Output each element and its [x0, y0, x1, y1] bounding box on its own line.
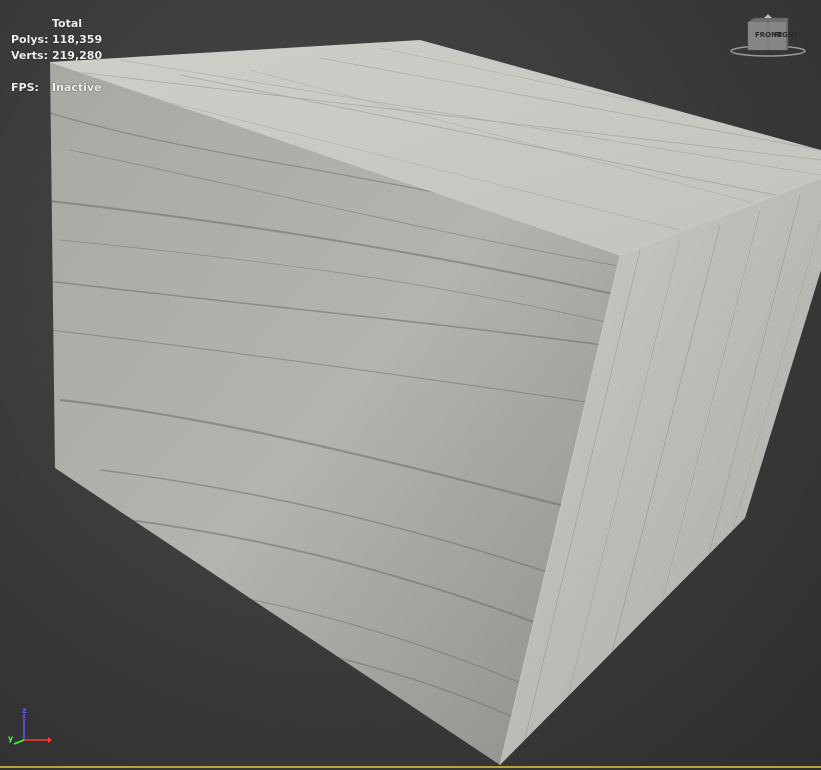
- axis-y-label: y: [8, 734, 14, 743]
- polys-value: 118,359: [52, 33, 103, 46]
- axis-z-label: z: [22, 706, 27, 715]
- polys-label: Polys:: [11, 33, 49, 46]
- verts-label: Verts:: [11, 49, 49, 62]
- marble-cube-object[interactable]: [0, 0, 821, 770]
- viewport-active-border: [0, 766, 821, 768]
- viewcube[interactable]: FRONT RIGHT: [728, 14, 810, 60]
- axis-tripod: z x y: [4, 706, 54, 748]
- viewcube-right-label[interactable]: RIGHT: [774, 31, 798, 39]
- fps-value: Inactive: [52, 81, 102, 94]
- 3d-viewport[interactable]: Total Polys: 118,359 Verts: 219,280 FPS:…: [0, 0, 821, 770]
- verts-value: 219,280: [52, 49, 103, 62]
- stats-header: Total: [52, 17, 83, 30]
- fps-label: FPS:: [11, 81, 39, 94]
